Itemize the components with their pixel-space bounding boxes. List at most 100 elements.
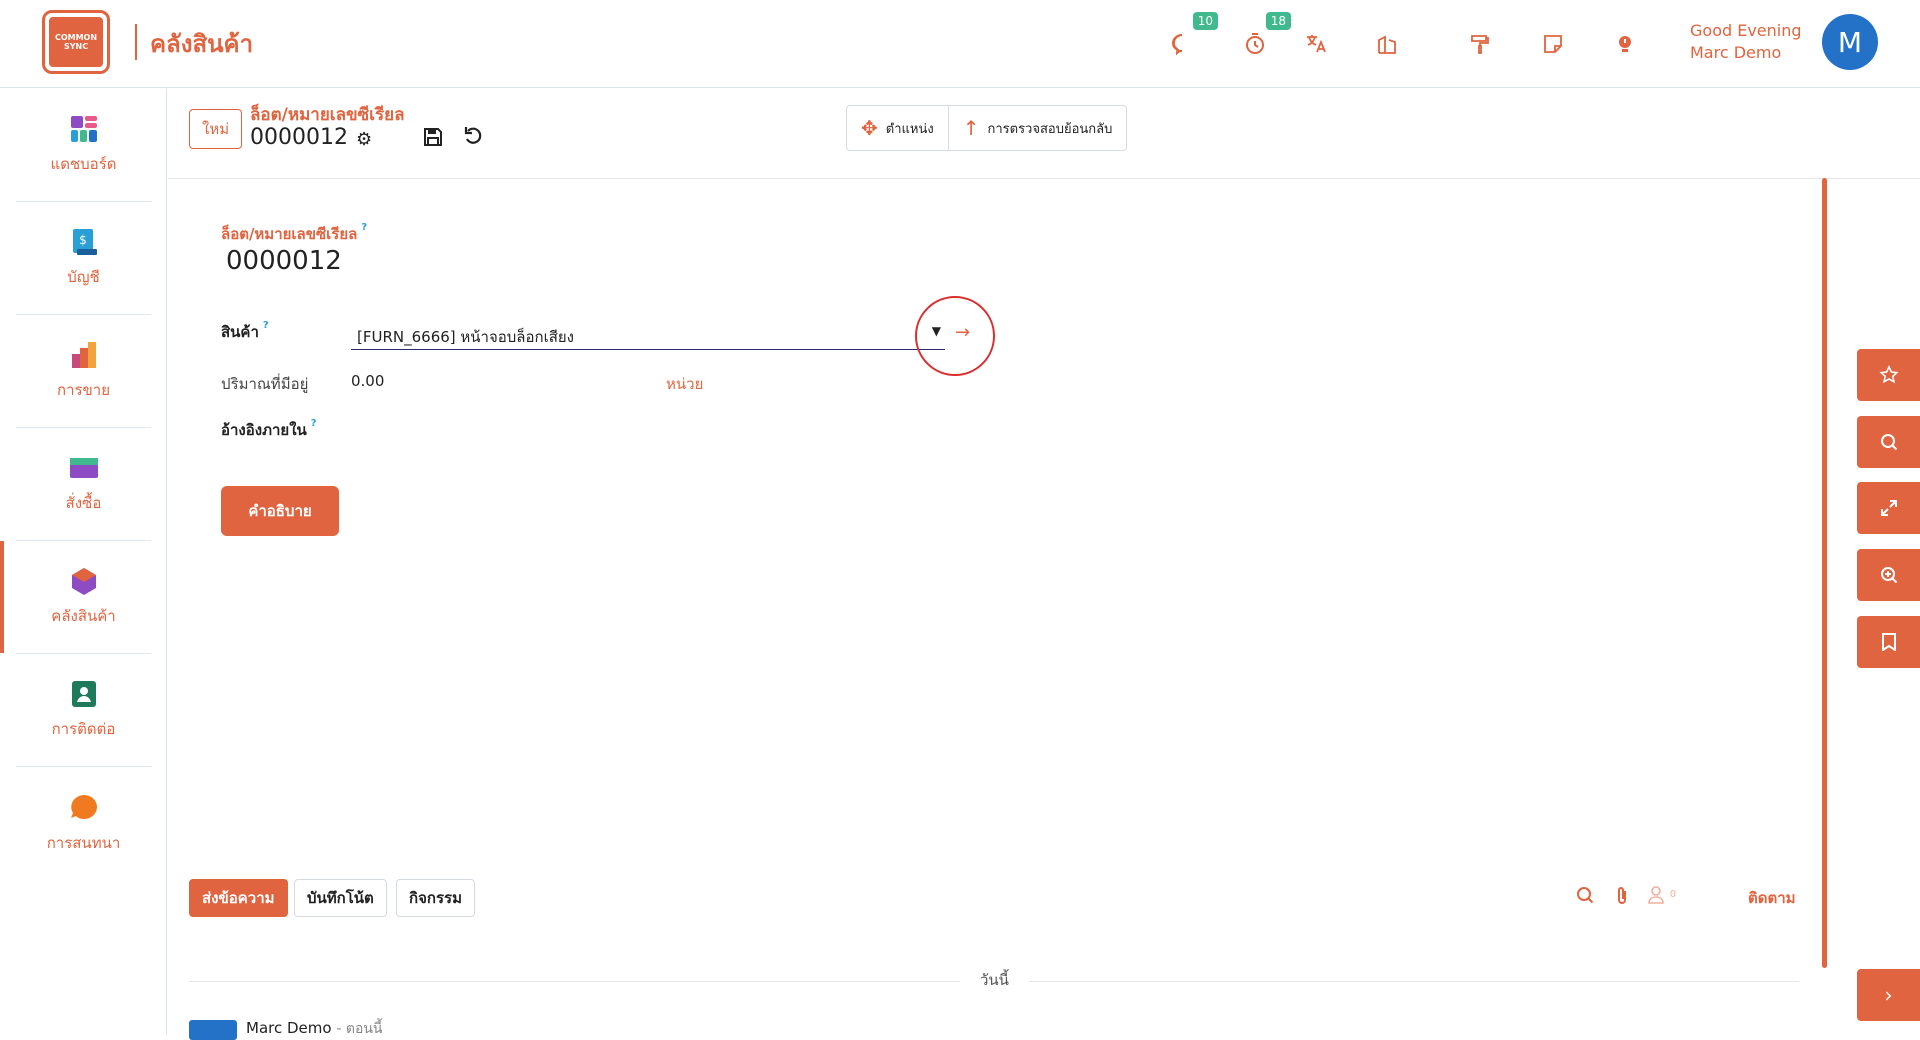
activity-clock-icon[interactable]: 18 — [1239, 12, 1291, 60]
favorite-star-button[interactable] — [1857, 349, 1920, 401]
move-arrows-icon: ✥ — [861, 116, 878, 140]
log-note-button[interactable]: บันทึกโน้ต — [294, 879, 387, 917]
send-message-button[interactable]: ส่งข้อความ — [189, 879, 288, 917]
sidebar-item-label: การติดต่อ — [51, 720, 116, 738]
paperclip-icon[interactable] — [1613, 886, 1631, 911]
search-button[interactable] — [1857, 416, 1920, 468]
location-button[interactable]: ✥ ตำแหน่ง — [847, 106, 948, 150]
ref-label-text: อ้างอิงภายใน — [221, 421, 307, 439]
location-label: ตำแหน่ง — [885, 121, 934, 137]
traceability-label: การตรวจสอบย้อนกลับ — [987, 121, 1113, 137]
expand-icon — [1880, 500, 1897, 516]
sidebar-item-sales[interactable]: การขาย — [16, 315, 151, 428]
sales-chart-icon — [71, 342, 96, 368]
unit-label[interactable]: หน่วย — [666, 372, 703, 396]
sidebar-item-contacts[interactable]: การติดต่อ — [16, 654, 151, 767]
scrollbar[interactable] — [1822, 178, 1827, 968]
bookmark-icon — [1881, 633, 1896, 651]
dashboard-icon — [70, 116, 97, 142]
activities-badge: 18 — [1265, 12, 1291, 30]
contact-icon — [71, 681, 96, 707]
sidebar-item-purchase[interactable]: สั่งซื้อ — [16, 428, 151, 541]
quantity-value: 0.00 — [351, 372, 385, 390]
lot-form: ล็อต/หมายเลขซีเรียล? 0000012 สินค้า? [FU… — [168, 180, 1818, 840]
quantity-label: ปริมาณที่มีอยู่ — [221, 375, 309, 393]
gear-icon[interactable]: ⚙ — [356, 129, 372, 150]
sidebar-item-label: สั่งซื้อ — [65, 494, 102, 512]
invoice-icon: $ — [72, 229, 97, 255]
purchase-card-icon — [69, 458, 98, 478]
breadcrumb-title[interactable]: ล็อต/หมายเลขซีเรียล — [250, 101, 405, 128]
divider — [135, 24, 137, 60]
lot-label-text: ล็อต/หมายเลขซีเรียล — [221, 225, 358, 243]
new-button[interactable]: ใหม่ — [189, 109, 243, 149]
arrow-up-icon: ↑ — [962, 116, 980, 140]
highlight-circle — [915, 296, 995, 376]
inventory-box-icon — [71, 568, 96, 595]
bookmark-button[interactable] — [1857, 616, 1920, 668]
description-tab-button[interactable]: คำอธิบาย — [221, 486, 339, 536]
chat-bubble-icon — [70, 794, 97, 819]
app-title: คลังสินค้า — [150, 30, 254, 58]
message-author: Marc Demo - ตอนนี้ — [246, 1019, 383, 1037]
top-bar: COMMON SYNC คลังสินค้า 10 18 Good Evenin… — [0, 0, 1920, 88]
star-icon — [1878, 365, 1899, 384]
zoom-in-icon — [1880, 567, 1897, 584]
lot-field-label: ล็อต/หมายเลขซีเรียล? — [221, 222, 367, 246]
followers-icon[interactable]: 0 — [1648, 886, 1676, 909]
svg-text:$: $ — [79, 233, 87, 247]
follow-button[interactable]: ติดตาม — [1748, 886, 1796, 910]
chatter-toolbar: ส่งข้อความ บันทึกโน้ต กิจกรรม 0 ติดตาม — [168, 876, 1818, 918]
zoom-button[interactable] — [1857, 549, 1920, 601]
sidebar-item-label: บัญชี — [67, 268, 100, 286]
translate-icon[interactable] — [1300, 28, 1332, 60]
followers-count: 0 — [1669, 889, 1677, 900]
expand-button[interactable] — [1857, 482, 1920, 534]
author-name[interactable]: Marc Demo — [246, 1019, 332, 1037]
message-author-avatar — [189, 1020, 237, 1040]
sidebar-item-label: แดชบอร์ด — [50, 155, 117, 173]
product-select[interactable]: [FURN_6666] หน้าจอบล็อกเสียง ▼ — [351, 320, 945, 350]
user-greeting: Good Evening Marc Demo — [1690, 20, 1802, 64]
activity-button[interactable]: กิจกรรม — [396, 879, 475, 917]
sidebar: แดชบอร์ด $ บัญชี การขาย สั่งซื้อ คลังสิน… — [0, 89, 167, 1035]
chevron-right-icon: › — [1884, 983, 1893, 1007]
logo-text: COMMON — [54, 33, 98, 42]
lot-name-value[interactable]: 0000012 — [226, 246, 342, 276]
smart-buttons: ✥ ตำแหน่ง ↑ การตรวจสอบย้อนกลับ — [846, 105, 1128, 151]
sidebar-item-inventory[interactable]: คลังสินค้า — [0, 541, 151, 654]
internal-ref-label: อ้างอิงภายใน? — [221, 418, 317, 442]
date-separator-label: วันนี้ — [960, 968, 1029, 992]
messages-icon[interactable]: 10 — [1166, 12, 1218, 60]
user-avatar[interactable]: M — [1822, 14, 1878, 70]
help-icon[interactable]: ? — [311, 418, 317, 429]
traceability-button[interactable]: ↑ การตรวจสอบย้อนกลับ — [947, 106, 1127, 150]
control-panel: ใหม่ ล็อต/หมายเลขซีเรียล 0000012 ⚙ ✥ ตำแ… — [168, 89, 1920, 179]
expand-panel-button[interactable]: › — [1857, 969, 1920, 1021]
messages-badge: 10 — [1192, 12, 1218, 30]
help-icon[interactable]: ? — [361, 222, 367, 233]
app-logo[interactable]: COMMON SYNC — [42, 10, 110, 74]
greeting-text: Good Evening — [1690, 21, 1802, 40]
sidebar-item-label: การสนทนา — [46, 833, 121, 852]
sidebar-item-label: การขาย — [56, 381, 111, 399]
sidebar-item-label: คลังสินค้า — [51, 607, 116, 625]
product-label-text: สินค้า — [221, 323, 259, 341]
product-field-label: สินค้า? — [221, 320, 269, 344]
sidebar-item-discuss[interactable]: การสนทนา — [16, 767, 151, 880]
search-icon — [1880, 434, 1897, 451]
sidebar-item-dashboard[interactable]: แดชบอร์ด — [16, 89, 151, 202]
discard-undo-icon[interactable] — [463, 125, 485, 153]
save-icon[interactable] — [423, 127, 443, 152]
user-name: Marc Demo — [1690, 43, 1782, 62]
sidebar-item-accounting[interactable]: $ บัญชี — [16, 202, 151, 315]
search-icon[interactable] — [1576, 886, 1594, 909]
lightbulb-icon[interactable] — [1609, 28, 1641, 60]
logo-text: SYNC — [63, 42, 89, 51]
breadcrumb-record: 0000012 — [250, 125, 348, 150]
paint-roller-icon[interactable] — [1464, 28, 1496, 60]
company-building-icon[interactable] — [1371, 28, 1403, 60]
product-value: [FURN_6666] หน้าจอบล็อกเสียง — [357, 328, 574, 346]
help-icon[interactable]: ? — [263, 320, 269, 331]
sticky-note-icon[interactable] — [1537, 28, 1569, 60]
